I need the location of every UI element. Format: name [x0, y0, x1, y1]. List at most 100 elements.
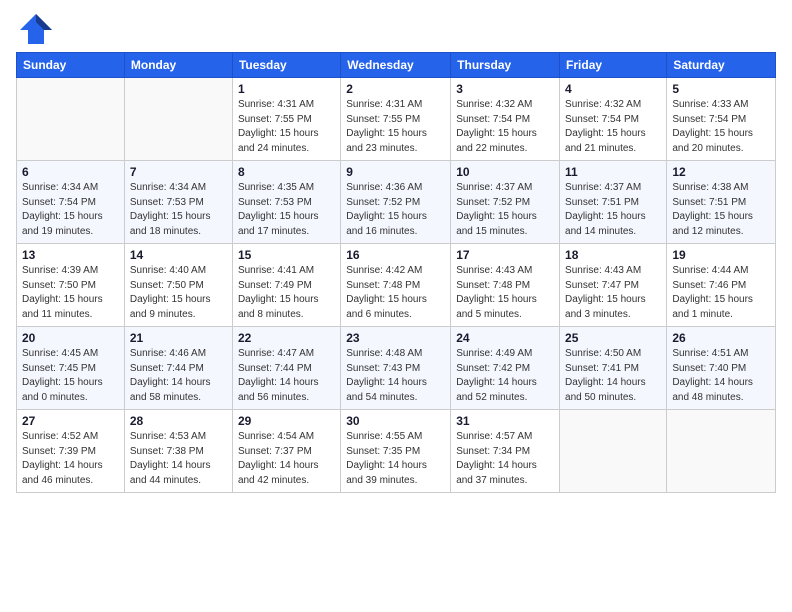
calendar-cell: 9 Sunrise: 4:36 AM Sunset: 7:52 PM Daylig… [341, 161, 451, 244]
day-number: 5 [672, 82, 770, 96]
calendar-cell: 20Sunrise: 4:45 AM Sunset: 7:45 PM Dayli… [17, 327, 125, 410]
day-info: Sunrise: 4:46 AM Sunset: 7:44 PM Dayligh… [130, 347, 227, 405]
calendar-cell: 28Sunrise: 4:53 AM Sunset: 7:38 PM Dayli… [124, 410, 232, 493]
calendar-cell: 7Sunrise: 4:34 AM Sunset: 7:53 PM Daylig… [124, 161, 232, 244]
calendar-cell: 17Sunrise: 4:43 AM Sunset: 7:48 PM Dayli… [451, 244, 560, 327]
day-number: 31 [456, 414, 554, 428]
weekday-header-saturday: Saturday [667, 53, 776, 78]
day-info: Sunrise: 4:39 AM Sunset: 7:50 PM Dayligh… [22, 264, 119, 322]
calendar-cell: 10 Sunrise: 4:37 AM Sunset: 7:52 PM Dayli… [451, 161, 560, 244]
day-number: 22 [238, 331, 335, 345]
day-info: Sunrise: 4:44 AM Sunset: 7:46 PM Dayligh… [672, 264, 770, 322]
weekday-header-row: SundayMondayTuesdayWednesdayThursdayFrid… [17, 53, 776, 78]
day-info: Sunrise: 4:37 AM Sunset: 7:51 PM Dayligh… [565, 181, 661, 239]
weekday-header-thursday: Thursday [451, 53, 560, 78]
day-info: Sunrise: 4:55 AM Sunset: 7:35 PM Dayligh… [346, 430, 445, 488]
day-info: Sunrise: 4:43 AM Sunset: 7:48 PM Dayligh… [456, 264, 554, 322]
day-number: 3 [456, 82, 554, 96]
weekday-header-tuesday: Tuesday [232, 53, 340, 78]
weekday-header-monday: Monday [124, 53, 232, 78]
day-info: Sunrise: 4:31 AM Sunset: 7:55 PM Dayligh… [346, 98, 445, 156]
day-info: Sunrise: 4:31 AM Sunset: 7:55 PM Dayligh… [238, 98, 335, 156]
calendar-cell [124, 78, 232, 161]
calendar-cell: 1 Sunrise: 4:31 AM Sunset: 7:55 PM Daylig… [232, 78, 340, 161]
day-info: Sunrise: 4:38 AM Sunset: 7:51 PM Dayligh… [672, 181, 770, 239]
calendar-cell: 19 Sunrise: 4:44 AM Sunset: 7:46 PM Dayli… [667, 244, 776, 327]
calendar-cell: 30 Sunrise: 4:55 AM Sunset: 7:35 PM Dayli… [341, 410, 451, 493]
day-info: Sunrise: 4:51 AM Sunset: 7:40 PM Dayligh… [672, 347, 770, 405]
day-info: Sunrise: 4:41 AM Sunset: 7:49 PM Dayligh… [238, 264, 335, 322]
day-number: 30 [346, 414, 445, 428]
day-number: 6 [22, 165, 119, 179]
day-number: 1 [238, 82, 335, 96]
calendar-cell: 14 Sunrise: 4:40 AM Sunset: 7:50 PM Dayli… [124, 244, 232, 327]
calendar-cell: 6 Sunrise: 4:34 AM Sunset: 7:54 PM Daylig… [17, 161, 125, 244]
calendar-cell: 27Sunrise: 4:52 AM Sunset: 7:39 PM Dayli… [17, 410, 125, 493]
logo-icon [16, 10, 52, 46]
calendar-cell: 2Sunrise: 4:31 AM Sunset: 7:55 PM Daylig… [341, 78, 451, 161]
day-number: 18 [565, 248, 661, 262]
calendar-cell: 21 Sunrise: 4:46 AM Sunset: 7:44 PM Dayli… [124, 327, 232, 410]
day-info: Sunrise: 4:36 AM Sunset: 7:52 PM Dayligh… [346, 181, 445, 239]
day-number: 14 [130, 248, 227, 262]
day-info: Sunrise: 4:53 AM Sunset: 7:38 PM Dayligh… [130, 430, 227, 488]
calendar-cell: 23 Sunrise: 4:48 AM Sunset: 7:43 PM Dayli… [341, 327, 451, 410]
day-number: 21 [130, 331, 227, 345]
day-number: 26 [672, 331, 770, 345]
day-number: 23 [346, 331, 445, 345]
day-info: Sunrise: 4:32 AM Sunset: 7:54 PM Dayligh… [456, 98, 554, 156]
day-info: Sunrise: 4:57 AM Sunset: 7:34 PM Dayligh… [456, 430, 554, 488]
calendar-week-1: 1 Sunrise: 4:31 AM Sunset: 7:55 PM Daylig… [17, 78, 776, 161]
calendar-cell: 22Sunrise: 4:47 AM Sunset: 7:44 PM Dayli… [232, 327, 340, 410]
day-info: Sunrise: 4:43 AM Sunset: 7:47 PM Dayligh… [565, 264, 661, 322]
day-number: 16 [346, 248, 445, 262]
calendar-cell [17, 78, 125, 161]
weekday-header-sunday: Sunday [17, 53, 125, 78]
day-info: Sunrise: 4:33 AM Sunset: 7:54 PM Dayligh… [672, 98, 770, 156]
calendar-cell: 31 Sunrise: 4:57 AM Sunset: 7:34 PM Dayli… [451, 410, 560, 493]
calendar-cell: 13 Sunrise: 4:39 AM Sunset: 7:50 PM Dayli… [17, 244, 125, 327]
day-info: Sunrise: 4:49 AM Sunset: 7:42 PM Dayligh… [456, 347, 554, 405]
calendar-cell: 25 Sunrise: 4:50 AM Sunset: 7:41 PM Dayli… [560, 327, 667, 410]
day-number: 9 [346, 165, 445, 179]
calendar-cell: 16 Sunrise: 4:42 AM Sunset: 7:48 PM Dayli… [341, 244, 451, 327]
day-info: Sunrise: 4:54 AM Sunset: 7:37 PM Dayligh… [238, 430, 335, 488]
day-info: Sunrise: 4:50 AM Sunset: 7:41 PM Dayligh… [565, 347, 661, 405]
calendar-cell: 8Sunrise: 4:35 AM Sunset: 7:53 PM Daylig… [232, 161, 340, 244]
day-number: 27 [22, 414, 119, 428]
day-info: Sunrise: 4:32 AM Sunset: 7:54 PM Dayligh… [565, 98, 661, 156]
page: SundayMondayTuesdayWednesdayThursdayFrid… [0, 0, 792, 612]
calendar-week-2: 6 Sunrise: 4:34 AM Sunset: 7:54 PM Daylig… [17, 161, 776, 244]
day-number: 29 [238, 414, 335, 428]
day-number: 25 [565, 331, 661, 345]
day-info: Sunrise: 4:48 AM Sunset: 7:43 PM Dayligh… [346, 347, 445, 405]
day-number: 12 [672, 165, 770, 179]
weekday-header-wednesday: Wednesday [341, 53, 451, 78]
day-number: 10 [456, 165, 554, 179]
day-info: Sunrise: 4:40 AM Sunset: 7:50 PM Dayligh… [130, 264, 227, 322]
day-number: 19 [672, 248, 770, 262]
day-info: Sunrise: 4:35 AM Sunset: 7:53 PM Dayligh… [238, 181, 335, 239]
header [16, 10, 776, 46]
day-number: 15 [238, 248, 335, 262]
day-info: Sunrise: 4:34 AM Sunset: 7:54 PM Dayligh… [22, 181, 119, 239]
day-info: Sunrise: 4:37 AM Sunset: 7:52 PM Dayligh… [456, 181, 554, 239]
calendar-cell [560, 410, 667, 493]
calendar: SundayMondayTuesdayWednesdayThursdayFrid… [16, 52, 776, 493]
calendar-cell: 26 Sunrise: 4:51 AM Sunset: 7:40 PM Dayli… [667, 327, 776, 410]
calendar-week-4: 20Sunrise: 4:45 AM Sunset: 7:45 PM Dayli… [17, 327, 776, 410]
calendar-cell: 29 Sunrise: 4:54 AM Sunset: 7:37 PM Dayli… [232, 410, 340, 493]
day-number: 4 [565, 82, 661, 96]
logo [16, 10, 56, 46]
calendar-week-3: 13 Sunrise: 4:39 AM Sunset: 7:50 PM Dayli… [17, 244, 776, 327]
day-info: Sunrise: 4:42 AM Sunset: 7:48 PM Dayligh… [346, 264, 445, 322]
calendar-cell [667, 410, 776, 493]
calendar-week-5: 27Sunrise: 4:52 AM Sunset: 7:39 PM Dayli… [17, 410, 776, 493]
calendar-cell: 5 Sunrise: 4:33 AM Sunset: 7:54 PM Daylig… [667, 78, 776, 161]
calendar-cell: 11 Sunrise: 4:37 AM Sunset: 7:51 PM Dayli… [560, 161, 667, 244]
weekday-header-friday: Friday [560, 53, 667, 78]
day-number: 13 [22, 248, 119, 262]
day-number: 7 [130, 165, 227, 179]
day-number: 11 [565, 165, 661, 179]
calendar-cell: 3 Sunrise: 4:32 AM Sunset: 7:54 PM Daylig… [451, 78, 560, 161]
